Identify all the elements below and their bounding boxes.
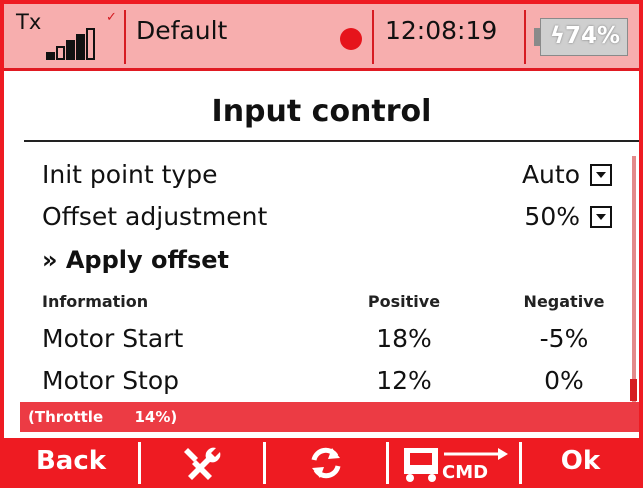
- tx-signal: Tx ✓: [4, 4, 122, 68]
- header-negative: Negative: [523, 292, 605, 311]
- refresh-icon: [311, 447, 341, 479]
- transmitter-cmd-button[interactable]: CMD: [389, 438, 519, 484]
- live-value: 14%): [134, 408, 178, 426]
- offset-adjustment-value[interactable]: 50%: [524, 202, 580, 231]
- info-table-header: Information Positive Negative: [42, 292, 612, 314]
- motor-start-label: Motor Start: [42, 324, 184, 353]
- init-point-label: Init point type: [42, 160, 218, 189]
- dropdown-arrow-icon[interactable]: [590, 206, 612, 228]
- motor-stop-label: Motor Stop: [42, 366, 180, 395]
- tools-button[interactable]: [141, 438, 263, 484]
- offset-adjustment-label: Offset adjustment: [42, 202, 268, 231]
- motor-stop-positive: 12%: [376, 366, 432, 395]
- back-label: Back: [35, 446, 107, 476]
- transmitter-cmd-icon: CMD: [404, 448, 508, 483]
- page-title: Input control: [211, 94, 432, 129]
- table-row: Motor Stop 12% 0%: [42, 366, 612, 400]
- live-channel: (Throttle: [28, 408, 104, 426]
- battery-icon: ϟ74%: [540, 18, 628, 56]
- battery-level: ϟ74%: [549, 23, 621, 49]
- live-value-strip: (Throttle 14%): [20, 402, 639, 432]
- ok-button[interactable]: Ok: [522, 438, 639, 484]
- init-point-value[interactable]: Auto: [522, 160, 580, 189]
- check-icon: ✓: [106, 10, 117, 25]
- tx-label: Tx: [16, 10, 42, 34]
- softkey-bar: Back CMD Ok: [4, 438, 639, 484]
- record-dot-icon: [340, 28, 362, 50]
- cmd-label: CMD: [442, 462, 488, 483]
- signal-bars-icon: [46, 26, 114, 60]
- ok-label: Ok: [560, 446, 601, 476]
- motor-start-negative: -5%: [539, 324, 589, 353]
- dropdown-arrow-icon[interactable]: [590, 164, 612, 186]
- live-channel-value: (Throttle 14%): [28, 408, 177, 426]
- scrollbar-thumb[interactable]: [630, 379, 637, 401]
- motor-stop-negative: 0%: [544, 366, 584, 395]
- header-information: Information: [42, 292, 149, 311]
- init-point-row[interactable]: Init point type Auto: [42, 160, 612, 194]
- table-row: Motor Start 18% -5%: [42, 324, 612, 358]
- motor-start-positive: 18%: [376, 324, 432, 353]
- title-divider: [24, 140, 639, 142]
- back-button[interactable]: Back: [4, 438, 138, 484]
- tools-icon: [184, 447, 221, 480]
- status-bar: Tx ✓ Default 12:08:19 ϟ74%: [4, 4, 639, 71]
- refresh-button[interactable]: [266, 438, 386, 484]
- screen-frame: Tx ✓ Default 12:08:19 ϟ74% Input control…: [0, 0, 643, 488]
- scrollbar-track[interactable]: [632, 156, 636, 406]
- offset-adjustment-row[interactable]: Offset adjustment 50%: [42, 202, 612, 236]
- apply-offset-button[interactable]: » Apply offset: [42, 246, 612, 278]
- clock: 12:08:19: [385, 16, 498, 45]
- model-name[interactable]: Default: [136, 16, 227, 45]
- header-positive: Positive: [367, 292, 441, 311]
- apply-offset-label: » Apply offset: [42, 246, 229, 274]
